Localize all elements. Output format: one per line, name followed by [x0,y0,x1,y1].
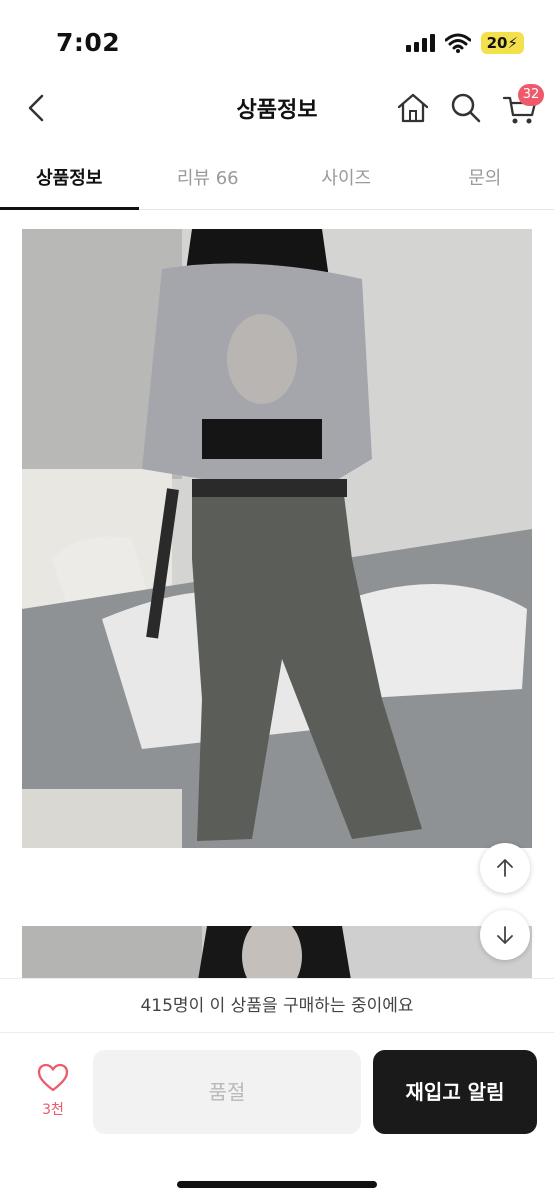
search-icon[interactable] [446,88,486,128]
cellular-signal-icon [405,34,435,52]
product-photo-second [22,926,532,986]
arrow-down-icon [497,926,513,944]
wifi-icon [444,33,471,53]
like-count: 3천 [42,1102,64,1118]
restock-alert-button[interactable]: 재입고 알림 [373,1050,537,1134]
nav-bar: 상품정보 32 [0,80,554,140]
tab-product-info[interactable]: 상품정보 [0,150,139,210]
heart-icon [37,1063,69,1092]
tab-inquiry[interactable]: 문의 [416,150,554,209]
tab-bar: 상품정보 리뷰 66 사이즈 문의 [0,150,554,210]
purchase-bar: 415명이 이 상품을 구매하는 중이에요 3천 품절 재입고 알림 [0,978,554,1200]
status-icons: 20⚡ [405,32,524,54]
tab-size[interactable]: 사이즈 [277,150,416,209]
battery-text: 20 [486,34,508,52]
cart-badge: 32 [518,84,544,106]
scroll-top-button[interactable] [480,843,530,893]
scroll-bottom-button[interactable] [480,910,530,960]
home-icon[interactable] [393,88,433,128]
buying-now-banner: 415명이 이 상품을 구매하는 중이에요 [0,979,554,1033]
like-button[interactable]: 3천 [28,1063,78,1119]
status-time: 7:02 [56,28,121,57]
soldout-button: 품절 [93,1050,361,1134]
product-photo [22,229,532,848]
battery-indicator: 20⚡ [480,32,524,54]
arrow-up-icon [497,859,513,877]
charging-bolt-icon: ⚡ [507,34,518,52]
home-indicator [177,1181,377,1188]
status-bar: 7:02 20⚡ [0,0,554,80]
tab-reviews[interactable]: 리뷰 66 [139,150,278,209]
